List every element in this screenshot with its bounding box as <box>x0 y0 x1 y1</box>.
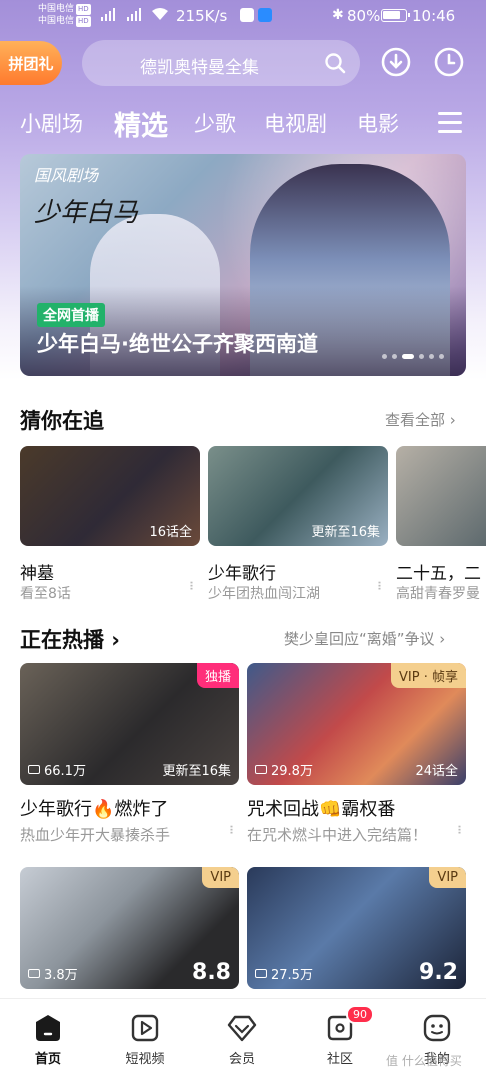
notification-badge: 90 <box>346 1005 374 1024</box>
episode-count: 更新至16集 <box>311 525 380 540</box>
carousel-dots[interactable] <box>382 354 444 359</box>
episode-count: 更新至16集 <box>162 764 231 779</box>
battery-percent: 80% <box>347 7 381 25</box>
follow-subtitle: 少年团热血闯江湖 <box>208 586 320 602</box>
net-speed: 215K/s <box>176 7 228 25</box>
download-icon[interactable] <box>380 46 412 78</box>
hot-card-captain[interactable]: VIP 27.5万 9.2 <box>247 867 466 989</box>
carrier-2: 中国电信 HD <box>38 16 91 27</box>
battery-icon <box>381 9 410 22</box>
banner-show-logo: 少年白马 <box>34 198 139 228</box>
short-video-icon <box>131 1014 159 1042</box>
tab-tv-series[interactable]: 电视剧 <box>264 108 327 138</box>
view-count: 66.1万 <box>28 760 86 779</box>
tab-mini-theater[interactable]: 小剧场 <box>20 108 83 138</box>
tab-featured[interactable]: 精选 <box>114 104 168 143</box>
hot-section-title[interactable]: 正在热播 › <box>20 624 120 654</box>
view-count: 3.8万 <box>28 964 78 983</box>
view-all-link[interactable]: 查看全部 › <box>385 409 456 430</box>
signal-icon <box>101 8 115 21</box>
group-buy-promo-button[interactable]: 拼团礼 <box>0 41 62 85</box>
vip-badge: VIP · 帧享 <box>391 663 466 688</box>
home-icon <box>36 1015 60 1041</box>
follow-subtitle: 高甜青春罗曼 <box>396 586 480 602</box>
hot-subtitle: 在咒术燃斗中进入完结篇！ <box>247 826 428 844</box>
tab-movies[interactable]: 电影 <box>357 108 399 138</box>
exclusive-badge: 独播 <box>196 663 239 688</box>
nav-short-video[interactable]: 短视频 <box>105 1013 185 1067</box>
wifi-icon <box>152 8 168 20</box>
news-headline-link[interactable]: 樊少皇回应“离婚”争议 › <box>284 628 445 649</box>
follow-card-shaonian-gexing[interactable]: 更新至16集 <box>208 446 388 546</box>
follow-subtitle: 看至8话 <box>20 586 71 602</box>
clock: 10:46 <box>412 7 456 25</box>
follow-card-shenmu[interactable]: 16话全 <box>20 446 200 546</box>
history-icon[interactable] <box>433 46 465 78</box>
vip-badge: VIP <box>202 867 239 888</box>
follow-title[interactable]: 少年歌行 <box>208 559 276 584</box>
more-options-icon[interactable]: ··· <box>222 824 241 833</box>
nav-home[interactable]: 首页 <box>8 1013 88 1067</box>
view-count: 27.5万 <box>255 964 313 983</box>
search-placeholder: 德凯奥特曼全集 <box>140 58 259 78</box>
tab-shaoge[interactable]: 少歌 <box>194 108 236 138</box>
hot-title[interactable]: 咒术回战👊霸权番 <box>247 795 395 821</box>
nav-membership[interactable]: 会员 <box>202 1013 282 1067</box>
banner-brand-logo: 国风剧场 <box>34 166 99 185</box>
status-bar: 中国电信 HD 中国电信 HD 215K/s ✱ 80% 10:46 <box>0 0 486 34</box>
hot-title[interactable]: 少年歌行🔥燃炸了 <box>20 795 168 821</box>
more-options-icon[interactable]: ··· <box>182 580 201 589</box>
vip-diamond-icon <box>227 1015 257 1042</box>
hot-card-shaonian-gexing[interactable]: 独播 66.1万 更新至16集 <box>20 663 239 785</box>
vip-badge: VIP <box>429 867 466 888</box>
episode-count: 24话全 <box>415 764 458 779</box>
menu-icon[interactable] <box>438 112 462 134</box>
watermark: 值 什么值得买 <box>386 1054 462 1068</box>
follow-card-twenty-five[interactable] <box>396 446 486 546</box>
follow-section-title: 猜你在追 <box>20 409 104 433</box>
hot-card-jujutsu-kaisen[interactable]: VIP · 帧享 29.8万 24话全 <box>247 663 466 785</box>
view-count: 29.8万 <box>255 760 313 779</box>
banner-badge: 全网首播 <box>37 303 105 327</box>
bluetooth-icon: ✱ <box>332 7 344 23</box>
more-options-icon[interactable]: ··· <box>450 824 469 833</box>
rating-score: 9.2 <box>419 960 458 985</box>
hero-banner[interactable]: 国风剧场 少年白马 全网首播 少年白马·绝世公子齐聚西南道 <box>20 154 466 376</box>
hot-card-wolf[interactable]: VIP 3.8万 8.8 <box>20 867 239 989</box>
hot-subtitle: 热血少年开大暴揍杀手 <box>20 826 171 844</box>
search-icon[interactable] <box>324 52 346 74</box>
more-options-icon[interactable]: ··· <box>370 580 389 589</box>
carrier-1: 中国电信 HD <box>38 4 91 15</box>
search-bar[interactable]: 德凯奥特曼全集 <box>82 40 360 86</box>
follow-title[interactable]: 神墓 <box>20 559 54 584</box>
app-notify-icon <box>240 8 254 22</box>
profile-icon <box>423 1014 451 1042</box>
nav-community[interactable]: 90 社区 <box>300 1005 380 1067</box>
episode-count: 16话全 <box>149 525 192 540</box>
signal-icon-2 <box>127 8 141 21</box>
app-notify-icon-2 <box>258 8 272 22</box>
follow-title[interactable]: 二十五，二 <box>396 559 486 584</box>
rating-score: 8.8 <box>192 960 231 985</box>
banner-title: 少年白马·绝世公子齐聚西南道 <box>37 332 318 356</box>
